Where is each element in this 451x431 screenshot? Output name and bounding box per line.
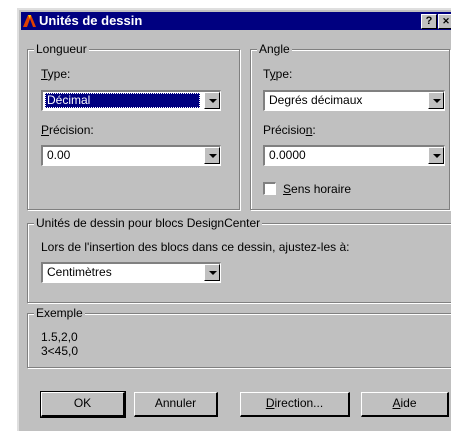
- angle-type-select[interactable]: Degrés décimaux: [263, 90, 445, 111]
- angle-precision-label: Précision:: [263, 123, 316, 137]
- ok-button[interactable]: OK: [40, 391, 126, 418]
- angle-precision-select[interactable]: 0.0000: [263, 145, 445, 166]
- close-title-button[interactable]: ✕: [438, 14, 451, 29]
- close-icon: ✕: [442, 16, 450, 26]
- length-precision-value: 0.00: [47, 148, 71, 162]
- direction-button[interactable]: Direction...: [240, 392, 350, 417]
- clockwise-label[interactable]: Sens horaire: [283, 182, 351, 196]
- dialog-title: Unités de dessin: [39, 13, 143, 28]
- chevron-down-icon[interactable]: [204, 264, 220, 281]
- help-button-label: Aide: [392, 396, 417, 410]
- designcenter-units-value: Centimètres: [47, 265, 112, 279]
- clockwise-checkbox[interactable]: [263, 182, 276, 195]
- length-precision-label: Précision:: [41, 123, 94, 137]
- angle-type-value: Degrés décimaux: [269, 93, 363, 107]
- length-precision-select[interactable]: 0.00: [41, 145, 221, 166]
- example-line-2: 3<45,0: [41, 344, 79, 358]
- help-button[interactable]: Aide: [361, 392, 449, 417]
- angle-precision-value: 0.0000: [269, 148, 306, 162]
- example-line-1: 1.5,2,0: [41, 330, 78, 344]
- length-group-label: Longueur: [34, 42, 89, 56]
- chevron-down-icon[interactable]: [428, 92, 444, 109]
- designcenter-instruction: Lors de l'insertion des blocs dans ce de…: [41, 240, 350, 254]
- length-type-select[interactable]: Décimal: [41, 90, 221, 111]
- chevron-down-icon[interactable]: [428, 147, 444, 164]
- designcenter-group-label: Unités de dessin pour blocs DesignCenter: [34, 216, 263, 230]
- chevron-down-icon[interactable]: [204, 147, 220, 164]
- units-dialog: Unités de dessin ? ✕ Longueur Type: Déci…: [17, 8, 451, 431]
- chevron-down-icon[interactable]: [204, 92, 220, 109]
- title-bar: Unités de dessin ? ✕: [21, 12, 451, 30]
- length-type-value: Décimal: [45, 93, 200, 108]
- direction-button-label: Direction...: [265, 396, 324, 410]
- help-title-button[interactable]: ?: [421, 14, 437, 29]
- angle-group-label: Angle: [257, 42, 292, 56]
- designcenter-units-select[interactable]: Centimètres: [41, 262, 221, 283]
- example-group-label: Exemple: [34, 306, 85, 320]
- autocad-app-icon: [23, 15, 36, 27]
- example-group: Exemple: [27, 306, 451, 368]
- angle-type-label: Type:: [263, 67, 293, 81]
- cancel-button[interactable]: Annuler: [134, 392, 218, 417]
- length-type-label: Type:: [41, 67, 71, 81]
